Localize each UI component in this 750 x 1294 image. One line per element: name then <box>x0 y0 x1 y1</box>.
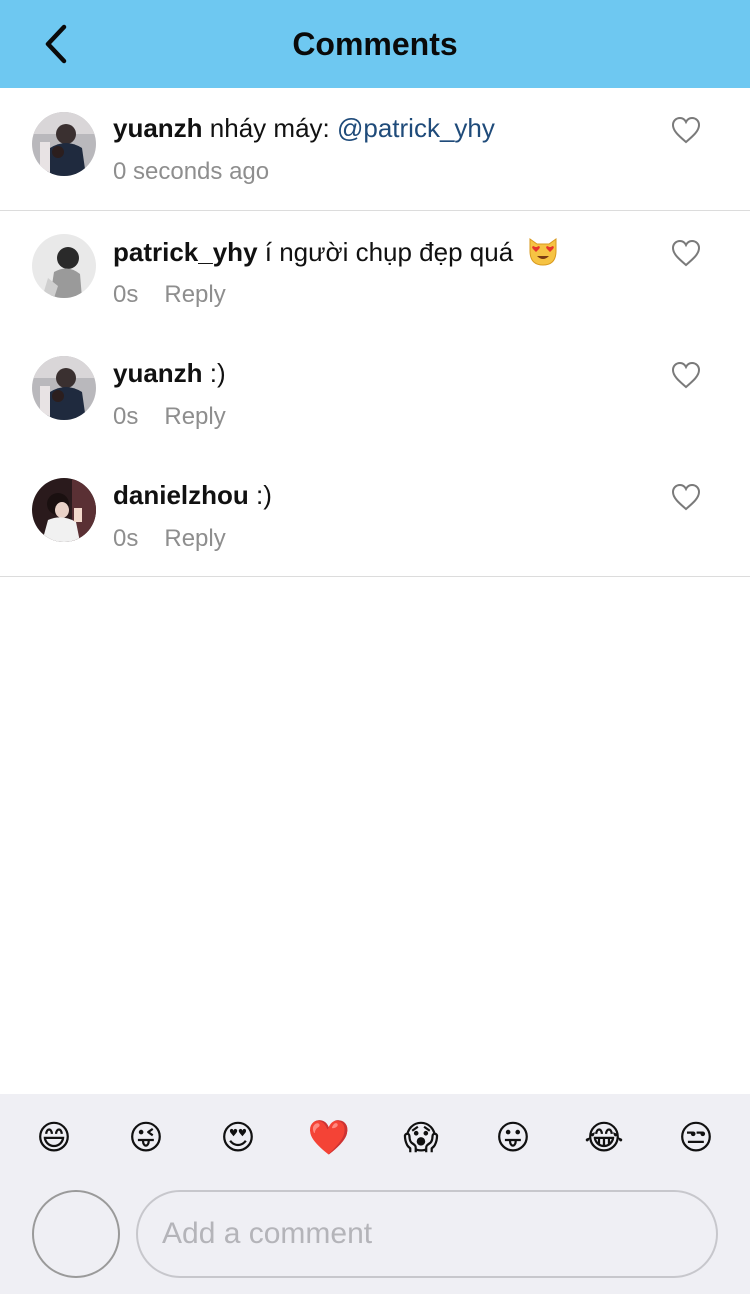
comment-mention[interactable]: @patrick_yhy <box>337 113 495 143</box>
reply-button[interactable]: Reply <box>164 403 225 430</box>
comment-meta: 0s Reply <box>113 281 226 309</box>
app-root: Comments yuanzh nháy máy: @patrick_yhy 0… <box>0 0 750 1294</box>
avatar[interactable] <box>32 478 96 542</box>
comment-body: :) <box>248 480 272 510</box>
emoji-winking-tongue-button[interactable]: 😜 <box>124 1116 168 1160</box>
comment-username[interactable]: patrick_yhy <box>113 237 258 267</box>
comment-username[interactable]: danielzhou <box>113 480 249 510</box>
comment-meta: 0 seconds ago <box>113 158 269 186</box>
heart-icon[interactable] <box>671 116 701 144</box>
comment-item: yuanzh :) 0s Reply <box>0 333 750 455</box>
avatar[interactable] <box>32 112 96 176</box>
comment-body: í người chụp đẹp quá <box>257 237 521 267</box>
comment-time: 0s <box>113 403 139 430</box>
avatar[interactable] <box>32 234 96 298</box>
reply-button[interactable]: Reply <box>164 281 225 308</box>
comment-body: :) <box>202 358 226 388</box>
comment-meta: 0s Reply <box>113 525 226 553</box>
comment-time: 0 seconds ago <box>113 158 270 185</box>
heart-icon[interactable] <box>671 483 701 511</box>
reply-button[interactable]: Reply <box>164 525 225 552</box>
emoji-laughing-tears-button[interactable]: 😂 <box>582 1116 626 1160</box>
comment-username[interactable]: yuanzh <box>113 358 203 388</box>
emoji-heart-eyes-button[interactable]: 😍 <box>216 1116 260 1160</box>
comment-time: 0s <box>113 525 139 552</box>
comment-text: yuanzh nháy máy: @patrick_yhy <box>113 112 495 144</box>
comment-composer: 😄 😜 😍 ❤️ 😱 😛 😂 😒 <box>0 1094 750 1294</box>
comment-meta: 0s Reply <box>113 403 226 431</box>
comment-item: danielzhou :) 0s Reply <box>0 455 750 577</box>
emoji-quick-bar: 😄 😜 😍 ❤️ 😱 😛 😂 😒 <box>0 1116 750 1160</box>
comment-item: patrick_yhy í người chụp đẹp quá 0s Reply <box>0 211 750 333</box>
emoji-tongue-button[interactable]: 😛 <box>491 1116 535 1160</box>
emoji-grinning-button[interactable]: 😄 <box>32 1116 76 1160</box>
comment-text: danielzhou :) <box>113 479 272 511</box>
comment-username[interactable]: yuanzh <box>113 113 203 143</box>
page-title: Comments <box>292 26 458 62</box>
emoji-red-heart-button[interactable]: ❤️ <box>307 1116 351 1160</box>
comment-text: patrick_yhy í người chụp đẹp quá <box>113 235 560 268</box>
heart-icon[interactable] <box>671 239 701 267</box>
comment-text: yuanzh :) <box>113 357 226 389</box>
heart-eyes-cat-icon <box>529 238 557 266</box>
avatar[interactable] <box>32 356 96 420</box>
emoji-scream-button[interactable]: 😱 <box>399 1116 443 1160</box>
comment-body: nháy máy: <box>202 113 337 143</box>
header-bar: Comments <box>0 0 750 88</box>
emoji-unamused-button[interactable]: 😒 <box>674 1116 718 1160</box>
add-comment-input[interactable] <box>136 1190 718 1278</box>
comment-item: yuanzh nháy máy: @patrick_yhy 0 seconds … <box>0 88 750 210</box>
divider <box>0 576 750 577</box>
heart-icon[interactable] <box>671 361 701 389</box>
current-user-avatar[interactable] <box>32 1190 120 1278</box>
comment-time: 0s <box>113 281 139 308</box>
